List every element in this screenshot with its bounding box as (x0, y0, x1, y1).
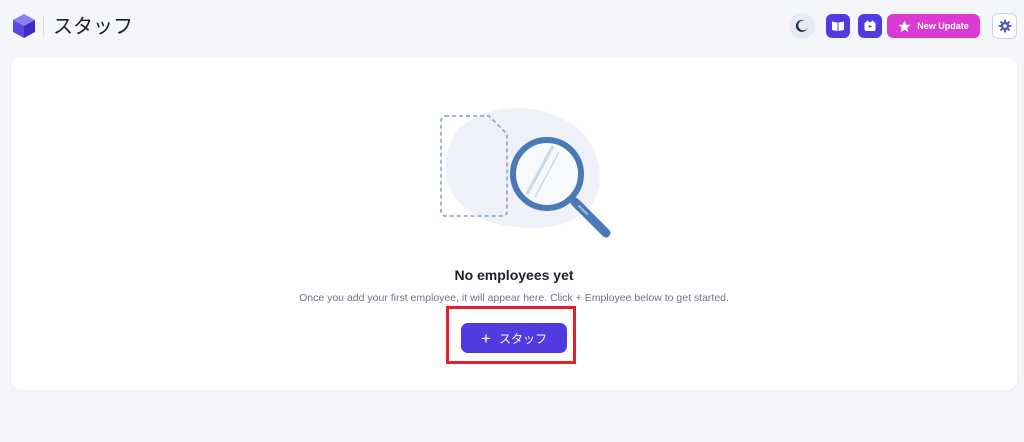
add-staff-button[interactable]: + スタッフ (461, 323, 567, 353)
empty-state-title: No employees yet (454, 267, 574, 283)
book-icon (832, 21, 844, 31)
top-header: スタッフ New Update (0, 0, 1024, 55)
video-button[interactable] (858, 14, 882, 38)
cube-logo-icon[interactable] (11, 13, 37, 39)
empty-state-card: No employees yet Once you add your first… (11, 57, 1017, 390)
plus-icon: + (481, 328, 491, 348)
star-icon (898, 20, 911, 32)
header-divider (43, 17, 44, 37)
page-title: スタッフ (53, 16, 133, 38)
empty-state-description: Once you add your first employee, it wil… (299, 292, 729, 304)
new-update-button[interactable]: New Update (887, 14, 980, 38)
moon-icon (795, 19, 808, 32)
settings-button[interactable] (992, 13, 1017, 39)
add-staff-label: スタッフ (498, 331, 547, 346)
magnifier-illustration-icon (440, 107, 611, 238)
new-update-label: New Update (917, 21, 969, 31)
theme-toggle-button[interactable] (789, 13, 815, 39)
guide-button[interactable] (826, 14, 850, 38)
gear-icon (998, 19, 1011, 33)
video-icon (864, 20, 876, 31)
